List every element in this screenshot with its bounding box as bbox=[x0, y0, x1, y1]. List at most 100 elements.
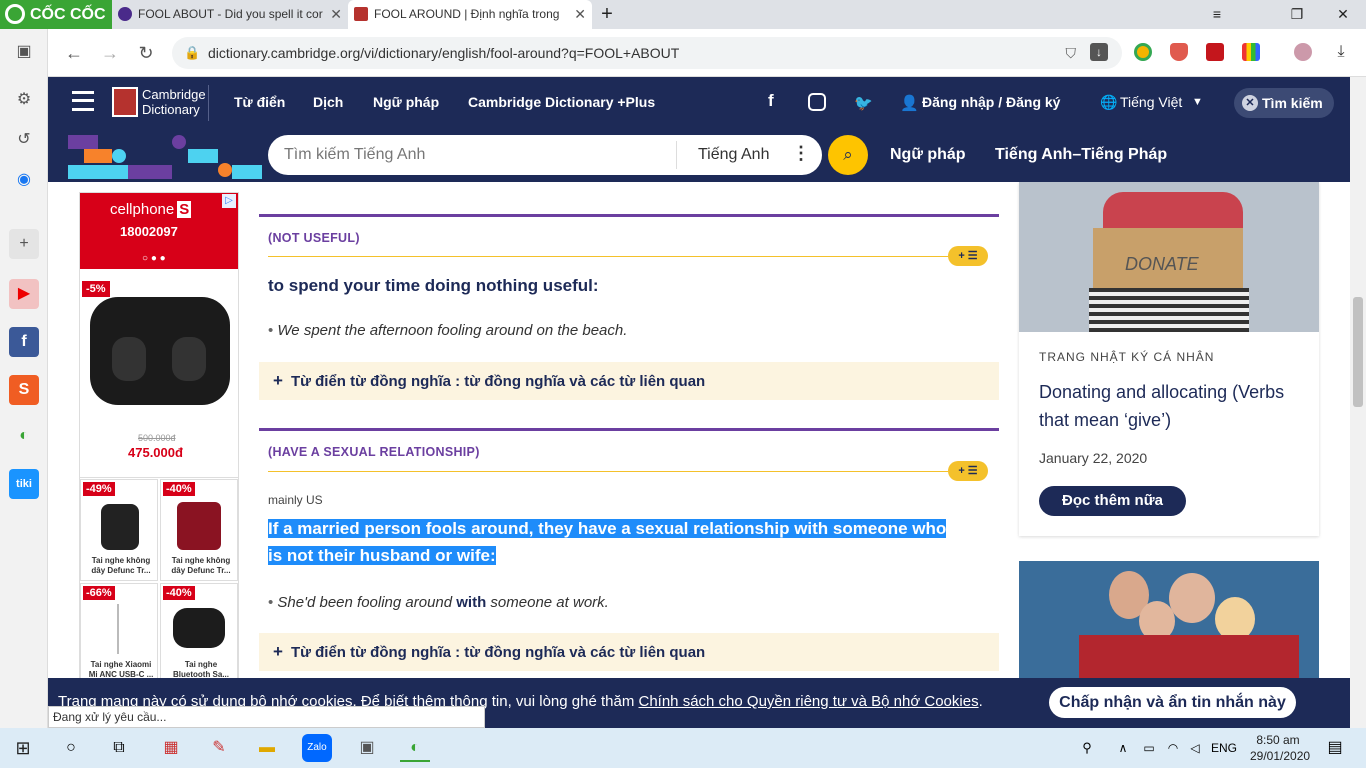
language-indicator[interactable]: ENG bbox=[1208, 734, 1240, 762]
extension-color-icon[interactable] bbox=[1242, 43, 1260, 61]
example: • She'd been fooling around with someone… bbox=[268, 594, 609, 611]
nav-translate[interactable]: Dịch bbox=[313, 94, 343, 110]
app-icon[interactable]: ✎ bbox=[204, 734, 234, 762]
search-toggle-button[interactable]: ✕ Tìm kiếm bbox=[1234, 88, 1334, 118]
nav-grammar[interactable]: Ngữ pháp bbox=[373, 94, 439, 110]
shield-icon[interactable]: ⛉ bbox=[1066, 37, 1077, 69]
ad-banner[interactable]: cellphone S 18002097 ▷ ○ ● ● -5% 500.000đ… bbox=[79, 192, 239, 678]
tab-favicon bbox=[354, 7, 368, 21]
extension-red-icon[interactable] bbox=[1206, 43, 1224, 61]
gear-icon[interactable]: ⚙ bbox=[9, 85, 39, 115]
notifications-icon[interactable]: ▤ bbox=[1320, 734, 1350, 762]
close-icon[interactable]: ✕ bbox=[574, 0, 586, 29]
add-to-list-button[interactable]: + ☰ bbox=[948, 246, 988, 266]
ad-product[interactable]: -40% Tai nghe Bluetooth Sa... bbox=[160, 583, 238, 678]
region-label: mainly US bbox=[268, 493, 323, 507]
people-icon[interactable]: ⚲ bbox=[1072, 734, 1102, 762]
decor-shape bbox=[218, 163, 232, 177]
blog-title[interactable]: Donating and allocating (Verbs that mean… bbox=[1039, 378, 1309, 434]
volume-icon[interactable]: ◁ bbox=[1180, 734, 1210, 762]
new-tab-button[interactable]: + bbox=[592, 0, 622, 29]
avatar[interactable] bbox=[1294, 43, 1312, 61]
ad-product[interactable]: -66% Tai nghe Xiaomi Mi ANC USB-C ... bbox=[80, 583, 158, 678]
sense-not-useful: (NOT USEFUL) + ☰ to spend your time doin… bbox=[259, 214, 999, 404]
panel-icon[interactable]: ▣ bbox=[9, 37, 39, 67]
lock-icon: 🔒 bbox=[184, 45, 201, 60]
read-more-button[interactable]: Đọc thêm nữa bbox=[1039, 486, 1186, 516]
add-icon[interactable]: + bbox=[9, 229, 39, 259]
extension-chrome-icon[interactable] bbox=[1134, 43, 1152, 61]
coccoc-icon[interactable]: ◐ bbox=[9, 421, 39, 451]
close-icon: ✕ bbox=[1242, 95, 1258, 111]
price: 475.000đ bbox=[128, 445, 183, 460]
thesaurus-expander[interactable]: + Từ điển từ đồng nghĩa : từ đồng nghĩa v… bbox=[259, 362, 999, 400]
close-icon[interactable]: ✕ bbox=[330, 0, 342, 29]
clock[interactable]: 8:50 am 29/01/2020 bbox=[1250, 732, 1310, 764]
app-icon[interactable]: ▦ bbox=[156, 734, 186, 762]
facebook-icon[interactable]: f bbox=[9, 327, 39, 357]
file-explorer-icon[interactable]: ▬ bbox=[252, 734, 282, 762]
search-input[interactable]: Tìm kiếm Tiếng Anh bbox=[284, 146, 425, 164]
instagram-icon[interactable] bbox=[808, 93, 826, 111]
grammar-link[interactable]: Ngữ pháp bbox=[890, 146, 966, 164]
more-options-icon[interactable]: ⋮ bbox=[792, 143, 810, 164]
history-icon[interactable]: ↺ bbox=[9, 125, 39, 155]
add-to-list-button[interactable]: + ☰ bbox=[948, 461, 988, 481]
tab-menu-icon[interactable]: ≡ bbox=[1194, 0, 1240, 29]
restore-button[interactable]: ❐ bbox=[1274, 0, 1320, 29]
youtube-icon[interactable]: ▶ bbox=[9, 279, 39, 309]
tab-fool-around[interactable]: FOOL AROUND | Định nghĩa trong ✕ bbox=[348, 0, 592, 29]
language-select[interactable]: Tiếng Việt bbox=[1120, 94, 1182, 110]
adchoices-icon[interactable]: ▷ bbox=[222, 194, 236, 208]
back-icon[interactable]: ← bbox=[60, 39, 88, 67]
shopee-icon[interactable]: S bbox=[9, 375, 39, 405]
close-window-button[interactable]: ✕ bbox=[1320, 0, 1366, 29]
scrollbar-thumb[interactable] bbox=[1353, 297, 1363, 407]
blog-category: TRANG NHẬT KÝ CÁ NHÂN bbox=[1039, 350, 1215, 364]
browser-toolbar: ← → ↻ 🔒 dictionary.cambridge.org/vi/dict… bbox=[48, 29, 1366, 77]
scrollbar[interactable] bbox=[1350, 77, 1366, 728]
coccoc-taskbar-icon[interactable]: ◐ bbox=[400, 734, 430, 762]
twitter-icon[interactable]: 🐦 bbox=[854, 94, 873, 112]
ad-product[interactable]: -49% Tai nghe không dây Defunc Tr... bbox=[80, 479, 158, 581]
facebook-icon[interactable]: f bbox=[768, 91, 774, 111]
carousel-dots[interactable]: ○ ● ● bbox=[142, 253, 166, 264]
accept-cookies-button[interactable]: Chấp nhận và ẩn tin nhắn này bbox=[1049, 687, 1296, 718]
thesaurus-expander[interactable]: + Từ điển từ đồng nghĩa : từ đồng nghĩa v… bbox=[259, 633, 999, 671]
dictionary-select[interactable]: Tiếng Anh bbox=[698, 146, 769, 164]
english-french-link[interactable]: Tiếng Anh–Tiếng Pháp bbox=[995, 146, 1167, 164]
hamburger-icon[interactable] bbox=[72, 91, 94, 111]
blog-card[interactable]: DONATE TRANG NHẬT KÝ CÁ NHÂN Donating an… bbox=[1019, 182, 1319, 536]
windows-start-icon[interactable]: ⊞ bbox=[8, 734, 38, 762]
address-bar[interactable]: 🔒 dictionary.cambridge.org/vi/dictionary… bbox=[172, 37, 1122, 69]
privacy-link[interactable]: Chính sách cho Quyền riêng tư và Bộ nhớ … bbox=[639, 693, 979, 710]
chevron-down-icon: ▼ bbox=[1192, 96, 1203, 108]
search-button[interactable]: ⌕ bbox=[828, 135, 868, 175]
tab-fool-about[interactable]: FOOL ABOUT - Did you spell it cor ✕ bbox=[112, 0, 348, 29]
browser-brand[interactable]: CỐC CỐC bbox=[0, 0, 112, 29]
tiki-icon[interactable]: tiki bbox=[9, 469, 39, 499]
extension-shield-icon[interactable] bbox=[1170, 43, 1188, 61]
site-logo[interactable]: Cambridge Dictionary bbox=[142, 87, 206, 117]
sense-label: (HAVE A SEXUAL RELATIONSHIP) bbox=[268, 445, 480, 459]
sense-label: (NOT USEFUL) bbox=[268, 231, 360, 245]
downloads-icon[interactable]: ⤓ bbox=[1332, 43, 1350, 61]
login-link[interactable]: Đăng nhập / Đăng ký bbox=[922, 94, 1060, 110]
app-icon[interactable]: ▣ bbox=[352, 734, 382, 762]
user-icon[interactable]: 👤 bbox=[900, 94, 919, 112]
nav-plus[interactable]: Cambridge Dictionary +Plus bbox=[468, 94, 655, 110]
messenger-icon[interactable]: ◉ bbox=[9, 165, 39, 195]
ad-brand: cellphone S bbox=[110, 201, 192, 218]
reload-icon[interactable]: ↻ bbox=[132, 39, 160, 67]
globe-icon: 🌐 bbox=[1100, 94, 1118, 110]
decor-shape bbox=[128, 165, 172, 179]
plus-icon: + bbox=[273, 371, 283, 390]
search-icon[interactable]: ○ bbox=[56, 734, 86, 762]
forward-icon[interactable]: → bbox=[96, 39, 124, 67]
search-icon: ⌕ bbox=[843, 145, 853, 164]
task-view-icon[interactable]: ⧉ bbox=[104, 734, 134, 762]
download-icon[interactable]: ↓ bbox=[1090, 43, 1108, 61]
ad-product[interactable]: -40% Tai nghe không dây Defunc Tr... bbox=[160, 479, 238, 581]
zalo-icon[interactable]: Zalo bbox=[302, 734, 332, 762]
nav-dictionary[interactable]: Từ điển bbox=[234, 94, 285, 110]
